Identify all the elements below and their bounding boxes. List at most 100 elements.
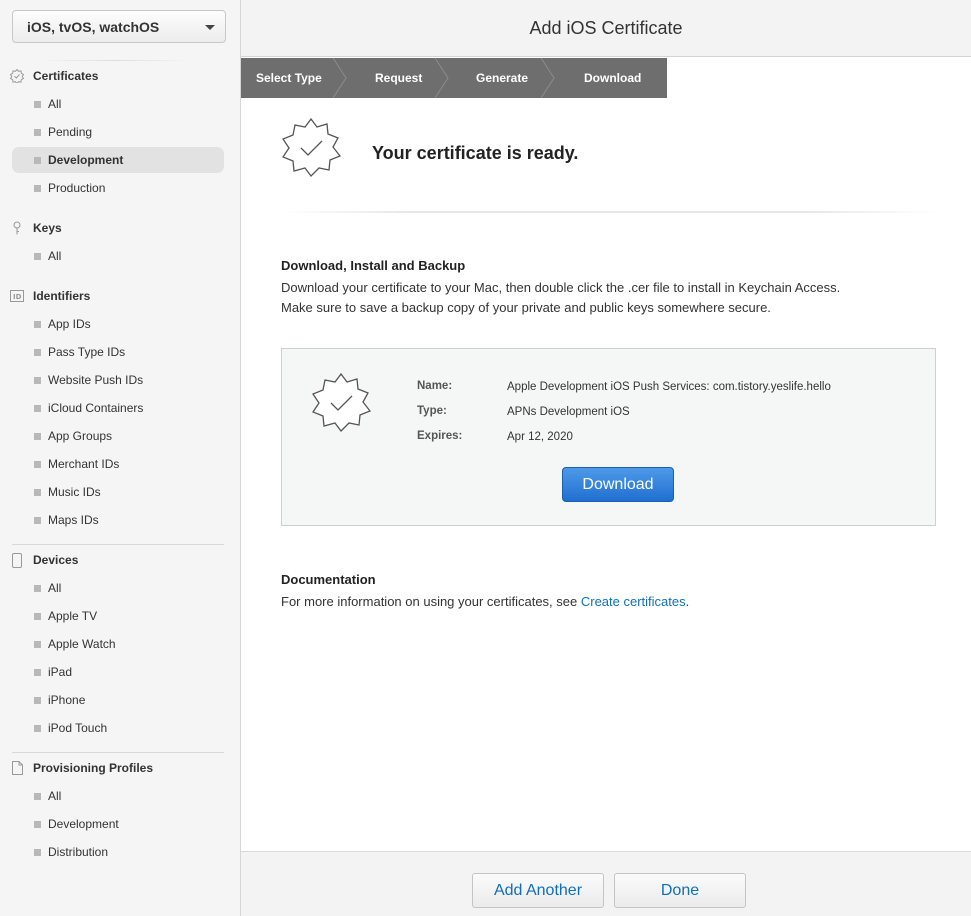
sidebar-divider xyxy=(40,60,190,61)
bullet-icon xyxy=(34,640,41,648)
sidebar-item-ipad[interactable]: iPad xyxy=(12,659,224,685)
sidebar-item-keys-all[interactable]: All xyxy=(12,243,224,269)
bullet-icon xyxy=(34,584,41,592)
section-identifiers: ID Identifiers xyxy=(10,286,90,306)
bullet-icon xyxy=(34,184,41,192)
bullet-icon xyxy=(34,348,41,356)
sidebar-item-label: Apple Watch xyxy=(48,637,116,651)
sidebar-item-apple-tv[interactable]: Apple TV xyxy=(12,603,224,629)
sidebar-item-merchant-ids[interactable]: Merchant IDs xyxy=(12,451,224,477)
section-certificates: Certificates xyxy=(10,66,98,86)
expires-label: Expires: xyxy=(417,430,463,442)
section-devices: Devices xyxy=(10,550,78,570)
bullet-icon xyxy=(34,432,41,440)
bullet-icon xyxy=(34,696,41,704)
chevron-right-icon xyxy=(435,58,449,98)
sidebar-item-website-push-ids[interactable]: Website Push IDs xyxy=(12,367,224,393)
name-value: Apple Development iOS Push Services: com… xyxy=(507,381,831,393)
page-title: Add iOS Certificate xyxy=(241,0,971,57)
certificate-badge-icon xyxy=(312,373,371,432)
sidebar-item-profiles-distribution[interactable]: Distribution xyxy=(12,839,224,865)
section-title: Devices xyxy=(33,553,79,567)
id-icon: ID xyxy=(10,289,24,303)
section-title: Provisioning Profiles xyxy=(33,761,154,775)
sidebar-item-label: Development xyxy=(48,817,119,831)
bullet-icon xyxy=(34,488,41,496)
done-button[interactable]: Done xyxy=(614,873,746,908)
sidebar-item-devices-all[interactable]: All xyxy=(12,575,224,601)
bullet-icon xyxy=(34,516,41,524)
ready-title: Your certificate is ready. xyxy=(372,143,579,163)
sidebar-item-pass-type-ids[interactable]: Pass Type IDs xyxy=(12,339,224,365)
sidebar-item-label: App Groups xyxy=(48,429,113,443)
sidebar-item-ipod-touch[interactable]: iPod Touch xyxy=(12,715,224,741)
sidebar-item-certificates-all[interactable]: All xyxy=(12,91,224,117)
chevron-right-icon xyxy=(333,58,347,98)
separator xyxy=(281,211,936,213)
badge-icon xyxy=(10,69,24,83)
sidebar-item-label: App IDs xyxy=(48,317,91,331)
download-instructions-line1: Download your certificate to your Mac, t… xyxy=(281,280,841,295)
sidebar-item-app-ids[interactable]: App IDs xyxy=(12,311,224,337)
name-label: Name: xyxy=(417,380,453,392)
step-select-type: Select Type xyxy=(256,71,322,85)
sidebar-item-iphone[interactable]: iPhone xyxy=(12,687,224,713)
sidebar-item-label: Distribution xyxy=(48,845,109,859)
main-content: Add iOS Certificate Select Type Request … xyxy=(241,0,971,916)
sidebar-item-label: iCloud Containers xyxy=(48,401,144,415)
section-divider xyxy=(12,752,224,753)
bullet-icon xyxy=(34,404,41,412)
step-download: Download xyxy=(584,71,642,85)
section-title: Certificates xyxy=(33,69,99,83)
add-another-button[interactable]: Add Another xyxy=(472,873,604,908)
bullet-icon xyxy=(34,100,41,108)
sidebar-item-label: Merchant IDs xyxy=(48,457,120,471)
sidebar-item-label: Pass Type IDs xyxy=(48,345,126,359)
bullet-icon xyxy=(34,128,41,136)
download-button[interactable]: Download xyxy=(562,467,674,502)
documentation-text-prefix: For more information on using your certi… xyxy=(281,594,581,609)
sidebar-item-icloud-containers[interactable]: iCloud Containers xyxy=(12,395,224,421)
sidebar-item-certificates-production[interactable]: Production xyxy=(12,175,224,201)
sidebar-item-profiles-development[interactable]: Development xyxy=(12,811,224,837)
documentation-text: For more information on using your certi… xyxy=(281,592,689,612)
chevron-down-icon xyxy=(205,25,215,30)
bullet-icon xyxy=(34,668,41,676)
sidebar-item-label: iPod Touch xyxy=(48,721,108,735)
step-indicator: Select Type Request Generate Download xyxy=(241,58,667,98)
section-provisioning-profiles: Provisioning Profiles xyxy=(10,758,153,778)
step-generate: Generate xyxy=(476,71,529,85)
sidebar-item-label: Pending xyxy=(48,125,93,139)
bullet-icon xyxy=(34,252,41,260)
sidebar-item-label: Music IDs xyxy=(48,485,101,499)
sidebar-item-label: Development xyxy=(48,153,124,167)
sidebar-item-maps-ids[interactable]: Maps IDs xyxy=(12,507,224,533)
section-title: Identifiers xyxy=(33,289,91,303)
sidebar-item-profiles-all[interactable]: All xyxy=(12,783,224,809)
sidebar: iOS, tvOS, watchOS Certificates All Pend… xyxy=(0,0,241,916)
certificate-card: Name: Apple Development iOS Push Service… xyxy=(281,348,936,526)
sidebar-item-label: Maps IDs xyxy=(48,513,99,527)
chevron-right-icon xyxy=(541,58,555,98)
create-certificates-link[interactable]: Create certificates xyxy=(581,594,686,609)
bullet-icon xyxy=(34,724,41,732)
section-divider xyxy=(12,544,224,545)
step-request: Request xyxy=(375,71,423,85)
download-section-title: Download, Install and Backup xyxy=(281,258,466,273)
platform-select[interactable]: iOS, tvOS, watchOS xyxy=(12,10,226,43)
sidebar-item-label: All xyxy=(48,97,62,111)
sidebar-item-label: iPad xyxy=(48,665,73,679)
type-label: Type: xyxy=(417,405,447,417)
sidebar-item-music-ids[interactable]: Music IDs xyxy=(12,479,224,505)
certificate-badge-icon xyxy=(282,118,341,177)
sidebar-item-label: All xyxy=(48,249,62,263)
sidebar-item-app-groups[interactable]: App Groups xyxy=(12,423,224,449)
sidebar-item-apple-watch[interactable]: Apple Watch xyxy=(12,631,224,657)
document-icon xyxy=(10,761,24,775)
section-keys: Keys xyxy=(10,218,62,238)
sidebar-item-certificates-development[interactable]: Development xyxy=(12,147,224,173)
sidebar-item-label: All xyxy=(48,581,62,595)
documentation-text-suffix: . xyxy=(685,594,690,609)
device-icon xyxy=(10,552,24,568)
sidebar-item-certificates-pending[interactable]: Pending xyxy=(12,119,224,145)
